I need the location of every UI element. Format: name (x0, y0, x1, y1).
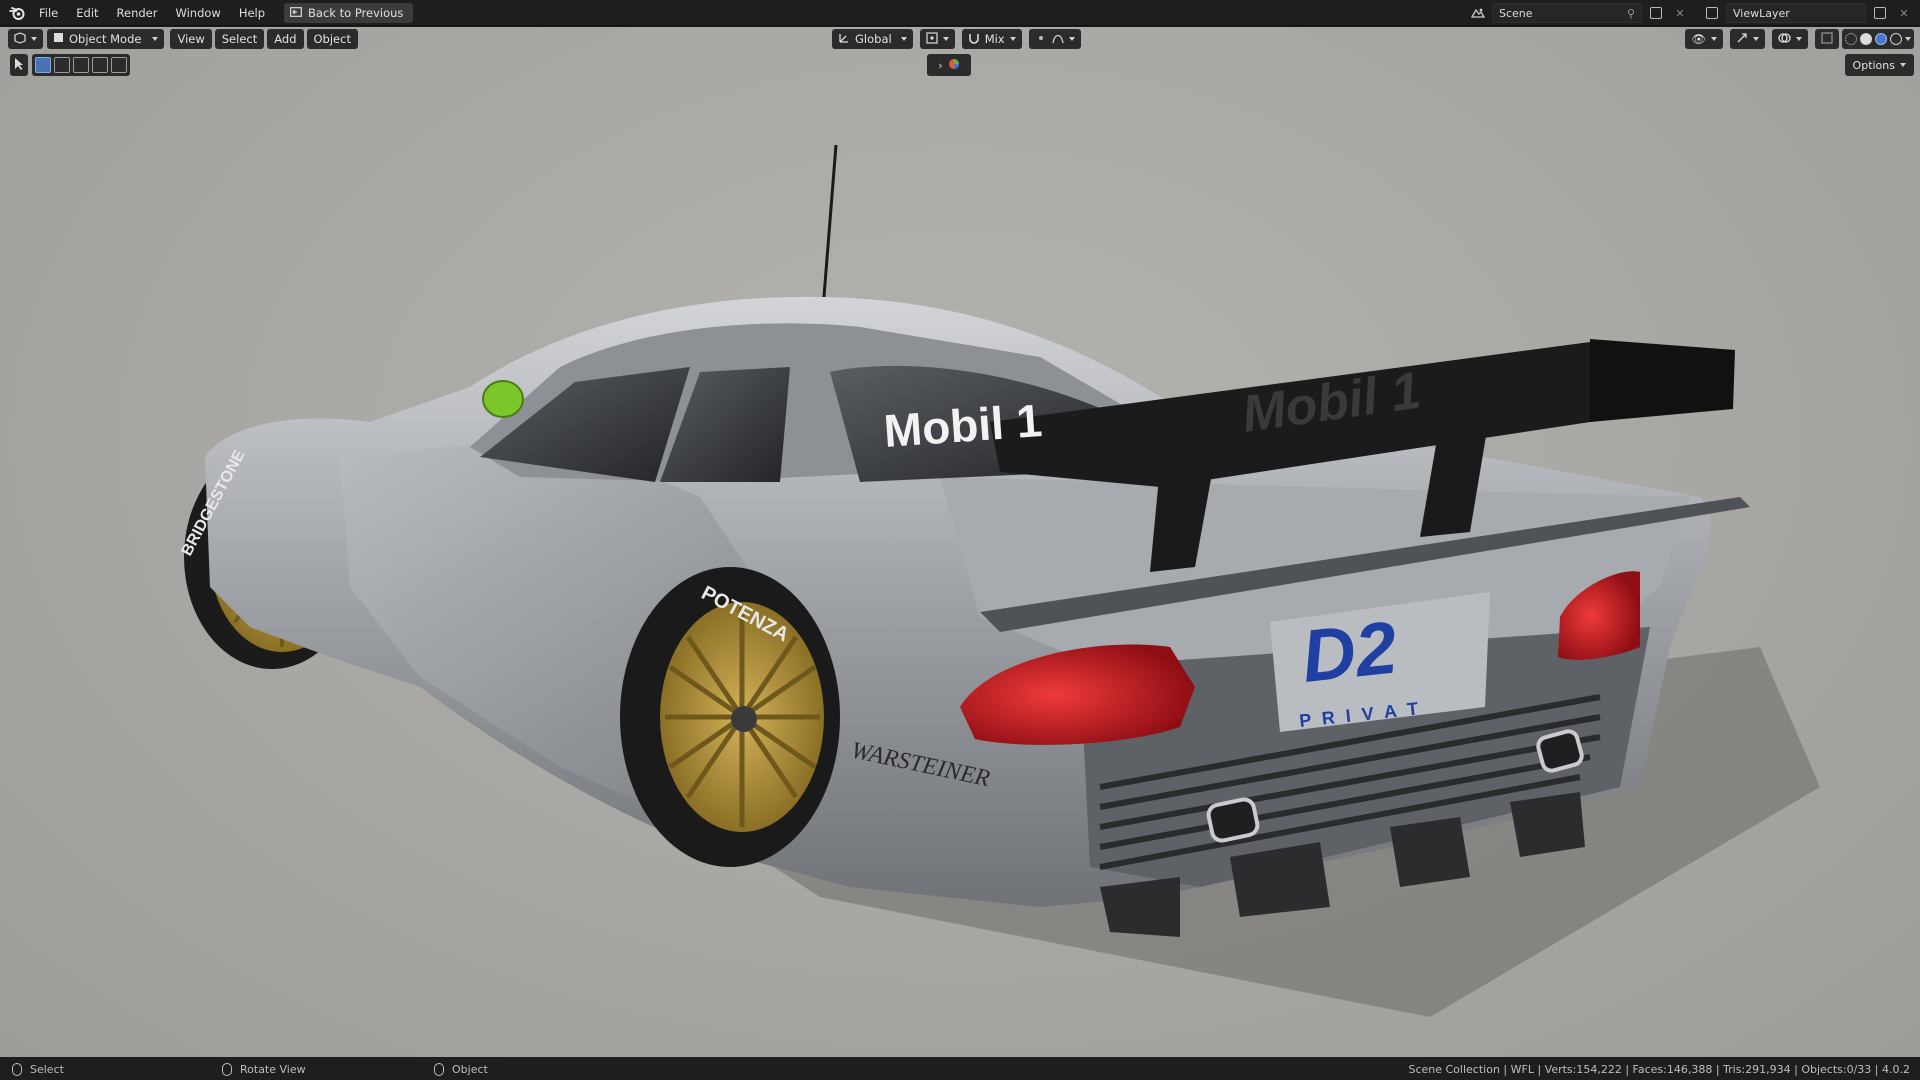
intersect-selection-icon[interactable] (111, 57, 127, 73)
gizmo-toggle[interactable] (1730, 29, 1765, 49)
chevron-down-icon (900, 37, 907, 41)
chevron-down-icon (1711, 37, 1717, 41)
xray-toggle[interactable] (1815, 29, 1839, 49)
status-right-hint: Object (434, 1062, 488, 1076)
gizmo-collapse-tab[interactable]: › (927, 54, 971, 76)
plate-sponsor-text: D2 (1298, 605, 1401, 697)
solid-shading-icon[interactable] (1860, 33, 1872, 45)
mouse-middle-icon (222, 1062, 232, 1076)
chevron-right-icon: › (938, 58, 943, 72)
scene-statistics: Scene Collection | WFL | Verts:154,222 |… (1408, 1062, 1910, 1076)
menu-window[interactable]: Window (166, 3, 229, 23)
invert-selection-icon[interactable] (92, 57, 108, 73)
proportional-icon (1035, 32, 1047, 47)
xray-icon (1821, 31, 1833, 47)
new-scene-icon[interactable] (1646, 3, 1666, 23)
falloff-icon (1051, 32, 1064, 47)
antenna (821, 144, 838, 310)
gizmo-icon (1736, 32, 1748, 47)
viewport-header: Object Mode View Select Add Object Globa… (0, 27, 1920, 51)
overlays-icon (1778, 32, 1791, 47)
pivot-icon (926, 31, 938, 47)
options-dropdown[interactable]: Options (1844, 54, 1914, 76)
menu-edit[interactable]: Edit (67, 3, 107, 23)
chevron-down-icon (31, 37, 37, 41)
options-label: Options (1852, 58, 1895, 72)
chevron-down-icon (942, 37, 949, 41)
menu-help[interactable]: Help (230, 3, 274, 23)
status-bar: Select Rotate View Object Scene Collecti… (0, 1058, 1920, 1080)
delete-scene-icon[interactable]: ✕ (1670, 3, 1690, 23)
tool-header-row (10, 54, 130, 76)
visibility-dropdown[interactable]: 👁 (1685, 29, 1723, 49)
delete-view-layer-icon[interactable]: ✕ (1894, 3, 1914, 23)
object-mode-icon (53, 32, 64, 46)
blender-logo-icon[interactable] (4, 0, 30, 26)
eye-icon: 👁 (1691, 32, 1706, 46)
extend-selection-icon[interactable] (54, 57, 70, 73)
wireframe-shading-icon[interactable] (1845, 33, 1857, 45)
back-to-previous-button[interactable]: Back to Previous (284, 2, 414, 23)
menu-select[interactable]: Select (214, 29, 265, 49)
status-left-hint: Select (12, 1062, 64, 1076)
windshield-sponsor-text: Mobil 1 (882, 394, 1044, 457)
orientation-icon (838, 32, 850, 47)
view-layer-selector[interactable]: ViewLayer (1726, 3, 1866, 23)
selection-mode-buttons (32, 54, 130, 76)
color-wheel-icon (948, 58, 960, 73)
3d-viewport[interactable]: Mobil 1 Mobil 1 D2 P R I V A T WARSTEINE… (0, 27, 1920, 1057)
menu-add[interactable]: Add (267, 29, 304, 49)
shading-modes (1842, 29, 1914, 49)
mouse-left-icon (12, 1062, 22, 1076)
status-right-label: Object (452, 1062, 488, 1076)
object-mode-dropdown[interactable]: Object Mode (47, 29, 165, 49)
magnet-icon (968, 32, 980, 47)
overlays-toggle[interactable] (1772, 29, 1808, 49)
cursor-arrow-icon (13, 57, 25, 74)
mouse-right-icon (434, 1062, 444, 1076)
status-middle-hint: Rotate View (222, 1062, 306, 1076)
pivot-point-dropdown[interactable] (919, 29, 955, 49)
top-menu-bar: File Edit Render Window Help Back to Pre… (0, 0, 1920, 26)
rendered-shading-icon[interactable] (1890, 33, 1902, 45)
menu-view[interactable]: View (170, 29, 212, 49)
new-selection-icon[interactable] (35, 57, 51, 73)
snap-mode-label: Mix (984, 32, 1005, 46)
editor-type-selector[interactable] (8, 29, 43, 49)
object-mode-label: Object Mode (69, 32, 142, 46)
chevron-down-icon (1796, 37, 1802, 41)
3d-view-icon (14, 31, 26, 47)
scene-selector[interactable]: Scene ⚲ (1492, 3, 1642, 23)
status-left-label: Select (30, 1062, 64, 1076)
chevron-down-icon (1900, 63, 1906, 67)
menu-object[interactable]: Object (306, 29, 358, 49)
chevron-down-icon (1009, 37, 1016, 41)
view-layer-browse-icon[interactable] (1702, 3, 1722, 23)
select-tool-button[interactable] (10, 54, 28, 76)
subtract-selection-icon[interactable] (73, 57, 89, 73)
back-to-previous-label: Back to Previous (308, 5, 404, 20)
chevron-down-icon (1753, 37, 1759, 41)
scene-name: Scene (1499, 6, 1533, 20)
chevron-down-icon (152, 37, 159, 41)
menu-file[interactable]: File (30, 3, 67, 23)
chevron-down-icon (1068, 37, 1075, 41)
chevron-down-icon[interactable] (1905, 37, 1911, 41)
status-middle-label: Rotate View (240, 1062, 306, 1076)
pin-icon[interactable]: ⚲ (1627, 7, 1635, 20)
new-view-layer-icon[interactable] (1870, 3, 1890, 23)
menu-render[interactable]: Render (108, 3, 167, 23)
transform-orientation-dropdown[interactable]: Global (832, 29, 913, 49)
proportional-edit-dropdown[interactable] (1028, 29, 1081, 49)
back-screen-icon (290, 6, 302, 20)
snap-dropdown[interactable]: Mix (961, 29, 1022, 49)
scene-render: Mobil 1 Mobil 1 D2 P R I V A T WARSTEINE… (179, 144, 1820, 1017)
scene-browse-icon[interactable] (1468, 3, 1488, 23)
view-layer-name: ViewLayer (1733, 6, 1790, 20)
material-preview-shading-icon[interactable] (1875, 33, 1887, 45)
transform-orientation-label: Global (855, 32, 892, 46)
